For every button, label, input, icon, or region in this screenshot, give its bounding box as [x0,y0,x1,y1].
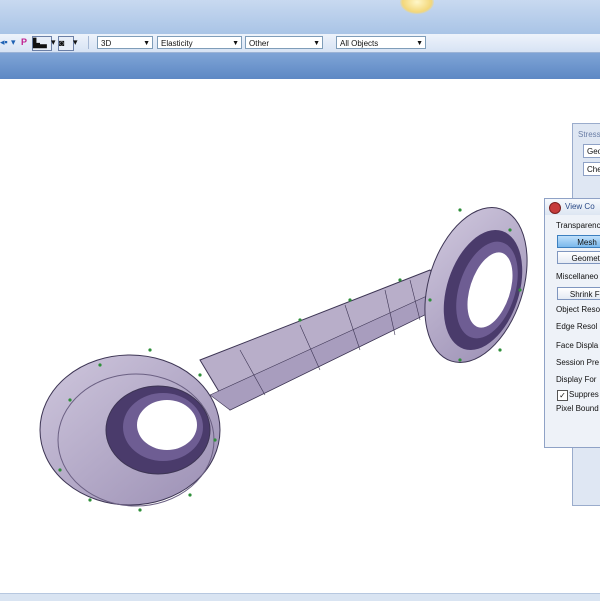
mesh-button[interactable]: Mesh [557,235,600,248]
other-combo[interactable]: Other ▼ [245,36,323,49]
shrink-faces-button[interactable]: Shrink Fe [557,287,600,300]
display-format-label: Display For [556,375,597,384]
dropdown-arrow-icon[interactable]: ▾ [11,36,16,49]
analysis-type-combo[interactable]: Elasticity ▼ [157,36,242,49]
chevron-down-icon: ▼ [416,40,423,47]
p-label[interactable]: P [21,36,27,49]
toolbar-arrow-icon[interactable]: ◂▪ [0,36,8,49]
chevron-down-icon: ▼ [232,40,239,47]
stress-panel-title: Stress [578,130,600,139]
geometry-button[interactable]: Geo [583,144,600,158]
main-toolbar: ◂▪ ▾ P ▙▃ ▾ ◙ ▾ 3D ▼ Elasticity ▼ Other ▼ A… [0,34,600,53]
app-icon [549,202,561,214]
suppress-label: Suppres [569,390,599,399]
help-cursor-icon: ? [180,413,186,425]
chevron-down-icon: ▼ [313,40,320,47]
suppress-checkbox[interactable]: ✓ [557,390,568,401]
left-eye [39,354,221,507]
dropdown-arrow-icon[interactable]: ▾ [51,36,56,49]
chevron-down-icon: ▼ [143,40,150,47]
transparency-label: Transparenc [556,221,600,230]
face-display-label: Face Displa [556,341,599,350]
check-button[interactable]: Che [583,162,600,176]
geometry-button[interactable]: Geometr [557,251,600,264]
glow-highlight [400,0,434,14]
ribbon-strip [0,53,600,79]
dropdown-arrow-icon[interactable]: ▾ [73,36,78,49]
toolbar-separator [88,36,89,49]
camera-icon[interactable]: ◙ [58,36,74,51]
session-preference-label: Session Pre [556,358,600,367]
edge-resolution-label: Edge Resol [556,322,598,331]
shank [199,269,456,411]
object-resolution-label: Object Reso [556,305,600,314]
view-control-dialog: View Co Transparenc Mesh Geometr Miscell… [544,198,600,448]
miscellaneous-label: Miscellaneo [556,272,599,281]
right-eye [424,207,528,363]
connecting-rod-mesh-model[interactable]: ? [0,79,600,600]
dialog-title-bar[interactable]: View Co [545,199,600,215]
pixel-bound-label: Pixel Bound [556,404,599,413]
graphics-viewport[interactable]: ? [0,79,600,600]
dialog-title: View Co [565,202,595,211]
view-mode-combo[interactable]: 3D ▼ [97,36,153,49]
object-filter-combo[interactable]: All Objects ▼ [336,36,426,49]
print-icon[interactable]: ▙▃ [32,36,52,51]
title-bar [0,0,600,35]
